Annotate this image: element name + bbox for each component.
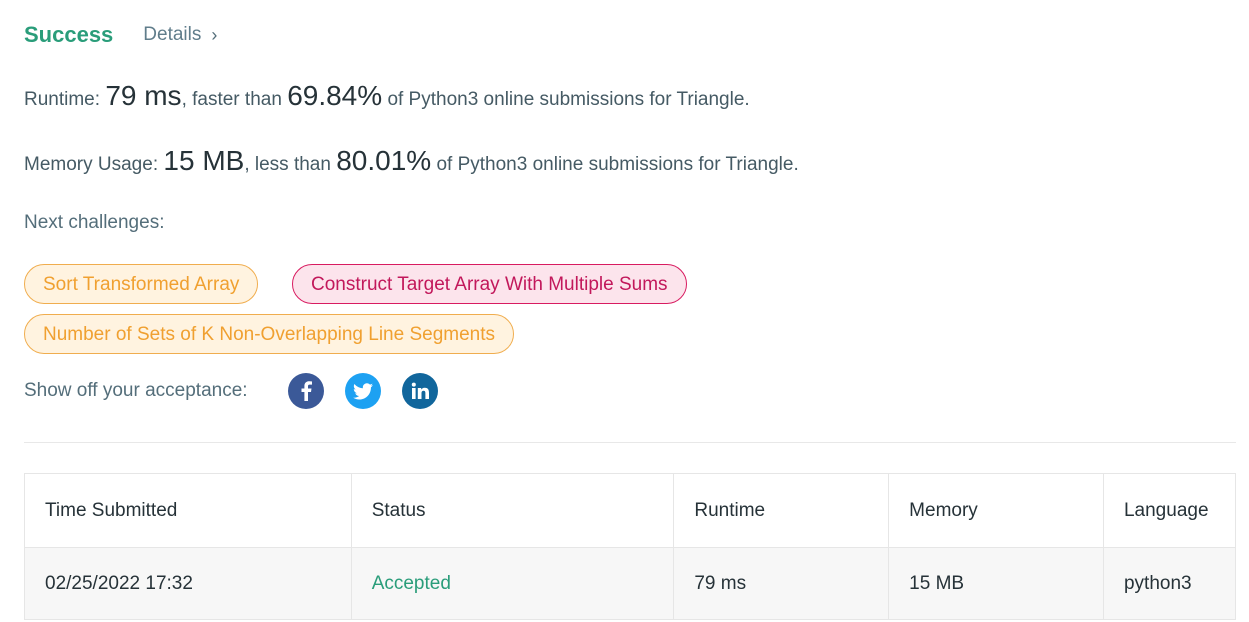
cell-language: python3: [1102, 547, 1237, 620]
table-header-row: Time Submitted Status Runtime Memory Lan…: [24, 473, 1237, 548]
details-label: Details: [143, 24, 202, 45]
column-header-time[interactable]: Time Submitted: [24, 473, 352, 548]
memory-percent: 80.01%: [336, 145, 432, 176]
memory-suffix: of Python3 online submissions for Triang…: [436, 154, 799, 175]
result-header: Success Details ›: [24, 18, 217, 52]
twitter-icon[interactable]: [344, 373, 381, 409]
share-row: Show off your acceptance:: [24, 372, 438, 410]
challenge-chip[interactable]: Sort Transformed Array: [24, 264, 259, 304]
cell-memory: 15 MB: [888, 547, 1104, 620]
runtime-percent: 69.84%: [287, 80, 383, 111]
column-header-status[interactable]: Status: [350, 473, 675, 548]
table-row[interactable]: 02/25/2022 17:32 Accepted 79 ms 15 MB py…: [24, 547, 1237, 620]
memory-mid: , less than: [244, 154, 331, 175]
cell-runtime: 79 ms: [673, 547, 890, 620]
next-challenges-title: Next challenges:: [24, 212, 165, 233]
share-label: Show off your acceptance:: [24, 380, 248, 401]
status-title: Success: [24, 22, 114, 47]
column-header-memory[interactable]: Memory: [888, 473, 1104, 548]
challenge-chip[interactable]: Number of Sets of K Non-Overlapping Line…: [24, 314, 515, 354]
submission-result-page: Success Details › Runtime: 79 ms, faster…: [0, 0, 1249, 622]
linkedin-icon[interactable]: [401, 373, 438, 409]
memory-label: Memory Usage:: [24, 154, 159, 175]
submissions-table: Time Submitted Status Runtime Memory Lan…: [24, 473, 1237, 620]
runtime-value: 79 ms: [105, 80, 182, 111]
runtime-mid: , faster than: [181, 89, 282, 110]
challenge-chip[interactable]: Construct Target Array With Multiple Sum…: [292, 264, 687, 304]
column-header-language[interactable]: Language: [1102, 473, 1237, 548]
chevron-right-icon: ›: [211, 24, 218, 45]
memory-stat: Memory Usage: 15 MB, less than 80.01% of…: [24, 145, 799, 177]
cell-status-link[interactable]: Accepted: [350, 547, 675, 620]
memory-value: 15 MB: [163, 145, 245, 176]
runtime-stat: Runtime: 79 ms, faster than 69.84% of Py…: [24, 80, 750, 112]
column-header-runtime[interactable]: Runtime: [673, 473, 890, 548]
cell-time-submitted: 02/25/2022 17:32: [24, 547, 352, 620]
runtime-label: Runtime:: [24, 89, 101, 110]
runtime-suffix: of Python3 online submissions for Triang…: [387, 89, 750, 110]
details-link[interactable]: Details ›: [143, 24, 217, 46]
section-divider: [24, 442, 1236, 443]
facebook-icon[interactable]: [287, 373, 324, 409]
